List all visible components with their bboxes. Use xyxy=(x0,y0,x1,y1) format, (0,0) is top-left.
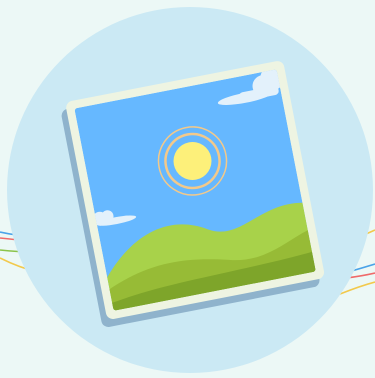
illustration-stage xyxy=(0,0,375,378)
photo-frame xyxy=(61,61,325,327)
image-gallery-icon xyxy=(0,7,375,373)
